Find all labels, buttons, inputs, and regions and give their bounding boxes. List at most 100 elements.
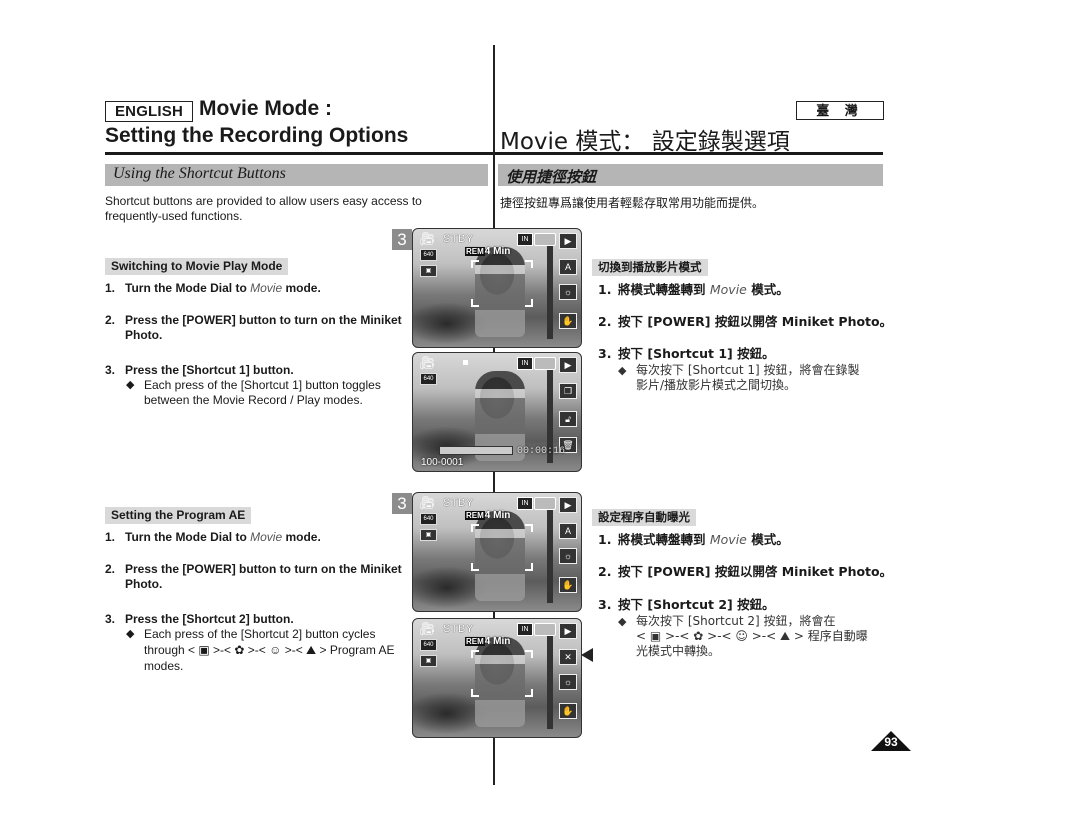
remaining-time: REM4 Min: [465, 510, 510, 521]
play-step-1-en: 1. Turn the Mode Dial to Movie mode.: [105, 281, 321, 296]
step-mode-name: Movie: [709, 282, 747, 297]
bullet-text: Each press of the [Shortcut 1] button to…: [144, 378, 381, 407]
step-number: 1.: [105, 530, 116, 544]
play-mode-icon: ▶: [559, 497, 577, 513]
step-number: 3.: [598, 597, 612, 612]
step-text: 按下 [POWER] 按鈕以開啓 Miniket Photo。: [618, 314, 893, 329]
standby-label: STBY: [443, 233, 474, 245]
remaining-time: REM4 Min: [465, 246, 510, 257]
bullet-text: 光模式中轉換。: [636, 644, 721, 658]
background-image: [547, 503, 553, 603]
play-step-2-en: 2. Press the [POWER] button to turn on th…: [105, 313, 410, 343]
rem-value: 4 Min: [484, 246, 511, 257]
resolution-icon: 640: [420, 639, 437, 651]
play-step-2-tw: 2. 按下 [POWER] 按鈕以開啓 Miniket Photo。: [598, 314, 892, 329]
step-text: 按下 [POWER] 按鈕以開啓 Miniket Photo。: [618, 564, 893, 579]
quality-icon: ▣: [420, 655, 437, 667]
focus-bracket: [471, 299, 479, 307]
step-mode-name: Movie: [709, 532, 747, 547]
play-step-3-tw: 3. 按下 [Shortcut 1] 按鈕。: [598, 346, 775, 361]
section-bar-tw: 使用捷徑按鈕: [498, 164, 883, 186]
language-badge-tw: 臺 灣: [796, 101, 884, 120]
bullet-text: 每次按下 [Shortcut 2] 按鈕，將會在: [636, 614, 836, 628]
quality-icon: ▣: [420, 265, 437, 277]
resolution-icon: 640: [420, 373, 437, 385]
subhead-program-ae-en: Setting the Program AE: [105, 507, 252, 524]
step-text: Press the [Shortcut 2] button.: [125, 612, 294, 626]
step-mode-name: Movie: [250, 281, 283, 295]
movie-camera-icon: 🎥︎: [419, 355, 436, 370]
focus-bracket: [471, 260, 479, 268]
step-number: 1.: [105, 281, 116, 295]
intro-text-en: Shortcut buttons are provided to allow u…: [105, 194, 422, 223]
step-text: mode.: [282, 281, 321, 295]
bullet-text: Each press of the [Shortcut 2] button cy…: [144, 627, 376, 641]
step-number: 1.: [598, 532, 612, 547]
stop-icon: [463, 360, 468, 365]
playback-progress-bar: [439, 446, 513, 455]
file-number: 100-0001: [421, 457, 464, 468]
focus-bracket: [471, 689, 479, 697]
diamond-bullet-icon: ◆: [126, 379, 135, 391]
shortcut-icon: ✋: [559, 577, 577, 593]
rem-label: REM: [465, 637, 485, 646]
battery-icon: [534, 233, 556, 246]
focus-bracket: [525, 524, 533, 532]
rem-label: REM: [465, 247, 485, 256]
step-text: Turn the Mode Dial to: [125, 530, 251, 544]
play-mode-icon: ▶: [559, 233, 577, 249]
focus-bracket: [525, 689, 533, 697]
section-title-tw: 使用捷徑按鈕: [506, 168, 597, 186]
quality-icon: ▣: [420, 529, 437, 541]
pointer-arrow-icon: [581, 648, 593, 662]
battery-icon: [534, 357, 556, 370]
rem-value: 4 Min: [484, 636, 511, 647]
focus-bracket: [525, 260, 533, 268]
bullet-text: 影片/播放影片模式之間切換。: [636, 378, 797, 392]
section-title-en: Using the Shortcut Buttons: [113, 165, 286, 182]
white-balance-icon: ☼: [559, 284, 577, 300]
program-ae-icon: A: [559, 523, 577, 539]
ae-step-2-tw: 2. 按下 [POWER] 按鈕以開啓 Miniket Photo。: [598, 564, 892, 579]
play-step-1-tw: 1. 將模式轉盤轉到 Movie 模式。: [598, 282, 789, 297]
diamond-bullet-icon: ◆: [618, 615, 627, 628]
rem-label: REM: [465, 511, 485, 520]
program-ae-icon: A: [559, 259, 577, 275]
internal-memory-icon: IN: [517, 357, 533, 370]
camera-screen-program-ae-1: 🎥︎ STBY REM4 Min IN 640 ▣ ▶ A ☼ ✋: [412, 492, 582, 612]
sports-mode-icon: ✕: [559, 649, 577, 665]
internal-memory-icon: IN: [517, 497, 533, 510]
play-mode-icon: ▶: [559, 623, 577, 639]
shortcut-icon: ✋: [559, 703, 577, 719]
play-mode-icon: ▶: [559, 357, 577, 373]
subhead-play-mode-en: Switching to Movie Play Mode: [105, 258, 289, 275]
background-image: [547, 239, 553, 339]
camera-screen-program-ae-2: 🎥︎ STBY REM4 Min IN 640 ▣ ▶ ✕ ☼ ✋: [412, 618, 582, 738]
diamond-bullet-icon: ◆: [618, 364, 627, 377]
step-text: Turn the Mode Dial to: [125, 281, 251, 295]
step-number: 2.: [598, 564, 612, 579]
step-text: 按下 [Shortcut 2] 按鈕。: [618, 597, 775, 612]
step-number: 1.: [598, 282, 612, 297]
camera-screen-play-mode: 🎥︎ IN 640 ▶ ❐ 🔓︎ 🗑︎ 00:00:16 100-0001: [412, 352, 582, 472]
internal-memory-icon: IN: [517, 623, 533, 636]
step-number: 3.: [105, 612, 116, 626]
battery-icon: [534, 497, 556, 510]
bullet-text: modes.: [144, 659, 184, 673]
background-image: [547, 629, 553, 729]
subject-image: [475, 511, 525, 601]
focus-bracket: [471, 650, 479, 658]
protect-icon: 🔓︎: [559, 411, 577, 427]
ae-step-3-tw: 3. 按下 [Shortcut 2] 按鈕。: [598, 597, 775, 612]
page-title-en-line1: Movie Mode :: [199, 97, 333, 120]
header-rule-en: [105, 152, 493, 155]
step-number: 2.: [105, 313, 116, 327]
step-text: Press the [Shortcut 1] button.: [125, 363, 294, 377]
subhead-play-mode-tw: 切換到播放影片模式: [592, 259, 708, 276]
focus-bracket: [525, 299, 533, 307]
subject-image: [475, 637, 525, 727]
step-text: mode.: [282, 530, 321, 544]
step-text: 模式。: [746, 532, 789, 547]
step-mode-name: Movie: [250, 530, 283, 544]
battery-icon: [534, 623, 556, 636]
